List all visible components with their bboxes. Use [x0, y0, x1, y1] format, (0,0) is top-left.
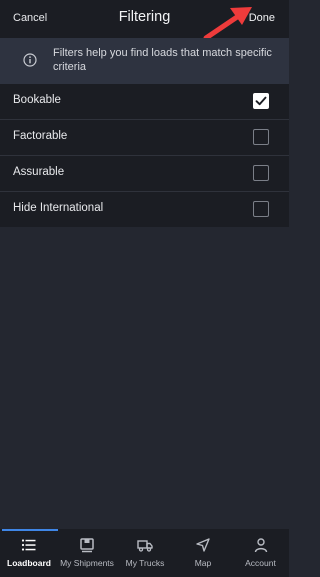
- tab-label: Loadboard: [7, 558, 51, 568]
- header: Cancel Filtering Done: [0, 0, 289, 38]
- filter-label: Bookable: [13, 94, 61, 106]
- tab-my-shipments[interactable]: My Shipments: [58, 529, 116, 577]
- info-text: Filters help you find loads that match s…: [53, 47, 272, 73]
- active-tab-indicator: [2, 529, 58, 531]
- assurable-checkbox[interactable]: [253, 165, 269, 181]
- truck-icon: [137, 540, 153, 552]
- filter-list: Bookable Factorable Assurable Hide Inter…: [0, 84, 289, 227]
- person-icon: [254, 538, 267, 553]
- hide-international-checkbox[interactable]: [253, 201, 269, 217]
- filtering-screen: Cancel Filtering Done Filters help you f…: [0, 0, 289, 577]
- tab-loadboard[interactable]: Loadboard: [0, 529, 58, 577]
- factorable-checkbox[interactable]: [253, 129, 269, 145]
- bookable-checkbox[interactable]: [253, 93, 269, 109]
- tab-label: Account: [245, 558, 276, 568]
- tab-map[interactable]: Map: [174, 529, 232, 577]
- navigation-icon: [196, 538, 210, 552]
- bottom-tab-bar: Loadboard My Shipments My Trucks Map Acc…: [0, 529, 289, 577]
- shipment-icon: [80, 538, 94, 553]
- tab-my-trucks[interactable]: My Trucks: [116, 529, 174, 577]
- filter-row-bookable[interactable]: Bookable: [0, 84, 289, 120]
- info-icon: [23, 53, 37, 67]
- info-banner: Filters help you find loads that match s…: [0, 38, 289, 84]
- filter-row-assurable[interactable]: Assurable: [0, 156, 289, 192]
- filter-label: Assurable: [13, 166, 65, 178]
- filter-label: Hide International: [13, 202, 104, 214]
- filter-row-factorable[interactable]: Factorable: [0, 120, 289, 156]
- tab-account[interactable]: Account: [232, 529, 289, 577]
- page-title: Filtering: [118, 9, 171, 25]
- done-button[interactable]: Done: [249, 12, 275, 24]
- list-icon: [21, 539, 36, 551]
- filter-row-hide-international[interactable]: Hide International: [0, 192, 289, 227]
- tab-label: My Shipments: [60, 558, 114, 568]
- tab-label: My Trucks: [125, 558, 165, 568]
- checkmark-icon: [255, 96, 267, 106]
- tab-label: Map: [194, 558, 212, 568]
- filter-label: Factorable: [13, 130, 68, 142]
